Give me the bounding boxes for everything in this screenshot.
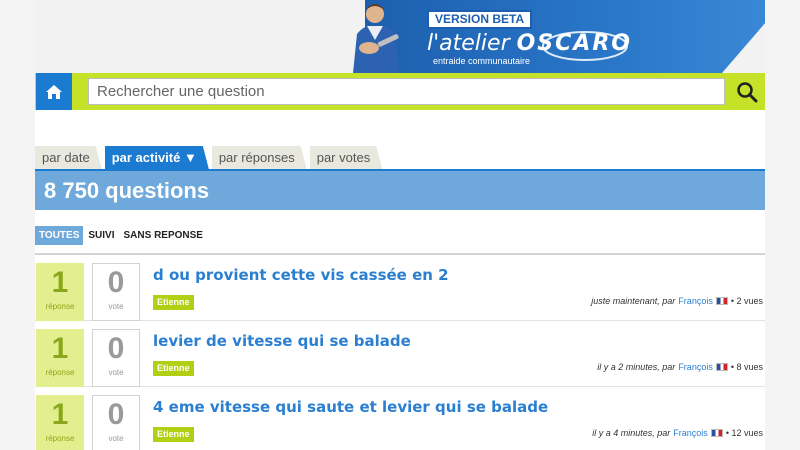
mechanic-illustration [353,4,399,73]
question-row: 1 réponse 0 vote 4 eme vitesse qui saute… [35,387,765,450]
question-title-link[interactable]: 4 eme vitesse qui saute et levier qui se… [153,398,548,416]
flag-fr-icon [710,429,723,437]
question-meta: il y a 2 minutes, par François • 8 vues [597,362,763,372]
question-tag[interactable]: Etienne [153,295,194,310]
question-title-link[interactable]: d ou provient cette vis cassée en 2 [153,266,449,284]
answer-count-box: 1 réponse [36,329,84,387]
search-button[interactable] [728,73,765,110]
author-link[interactable]: François [673,428,708,438]
beta-badge: VERSION BETA [427,10,533,29]
answer-count: 1 [51,332,69,365]
question-tag[interactable]: Etienne [153,361,194,376]
search-bar [35,73,765,110]
site-banner[interactable]: VERSION BETA l'atelier OSCARO entraide c… [35,0,765,73]
search-icon [736,81,757,102]
answer-label: réponse [45,434,75,443]
answer-label: réponse [45,302,75,311]
sort-tabs: par date par activité ▼ par réponses par… [35,146,385,169]
home-button[interactable] [36,73,72,110]
filter-bar: TOUTES SUIVI SANS REPONSE [35,226,208,245]
flag-fr-icon [715,363,728,371]
question-tag[interactable]: Etienne [153,427,194,442]
vote-count: 0 [107,266,125,299]
view-count: • 12 vues [725,428,763,438]
site-tagline: entraide communautaire [433,56,531,66]
answer-count: 1 [51,398,69,431]
answer-label: réponse [45,368,75,377]
tab-par-date[interactable]: par date [35,146,102,169]
questions-count-bar: 8 750 questions [35,169,765,210]
page: VERSION BETA l'atelier OSCARO entraide c… [35,0,765,450]
filter-toutes[interactable]: TOUTES [35,226,84,245]
question-time: il y a 4 minutes, par [592,428,671,438]
view-count: • 2 vues [730,296,763,306]
author-link[interactable]: François [678,296,713,306]
question-meta: juste maintenant, par François • 2 vues [591,296,763,306]
vote-count: 0 [107,332,125,365]
brand-prefix: l'atelier [427,31,510,56]
logo-swoosh [542,31,628,61]
question-title-link[interactable]: levier de vitesse qui se balade [153,332,411,350]
answer-count-box: 1 réponse [36,263,84,321]
filter-sans-reponse[interactable]: SANS REPONSE [120,226,207,245]
question-time: juste maintenant, par [591,296,676,306]
vote-count-box: 0 vote [92,263,140,321]
vote-count-box: 0 vote [92,329,140,387]
vote-count: 0 [107,398,125,431]
home-icon [46,84,62,99]
author-link[interactable]: François [678,362,713,372]
filter-suivi[interactable]: SUIVI [84,226,118,245]
answer-count: 1 [51,266,69,299]
vote-count-box: 0 vote [92,395,140,450]
answer-count-box: 1 réponse [36,395,84,450]
question-time: il y a 2 minutes, par [597,362,676,372]
vote-label: vote [108,368,124,377]
question-meta: il y a 4 minutes, par François • 12 vues [592,428,763,438]
tab-par-activite[interactable]: par activité ▼ [105,146,209,169]
view-count: • 8 vues [730,362,763,372]
tab-par-votes[interactable]: par votes [310,146,382,169]
search-input[interactable] [88,78,725,105]
question-row: 1 réponse 0 vote levier de vitesse qui s… [35,321,765,387]
vote-label: vote [108,302,124,311]
vote-label: vote [108,434,124,443]
tab-par-reponses[interactable]: par réponses [212,146,307,169]
flag-fr-icon [715,297,728,305]
question-row: 1 réponse 0 vote d ou provient cette vis… [35,255,765,321]
questions-count: 8 750 questions [44,178,210,203]
